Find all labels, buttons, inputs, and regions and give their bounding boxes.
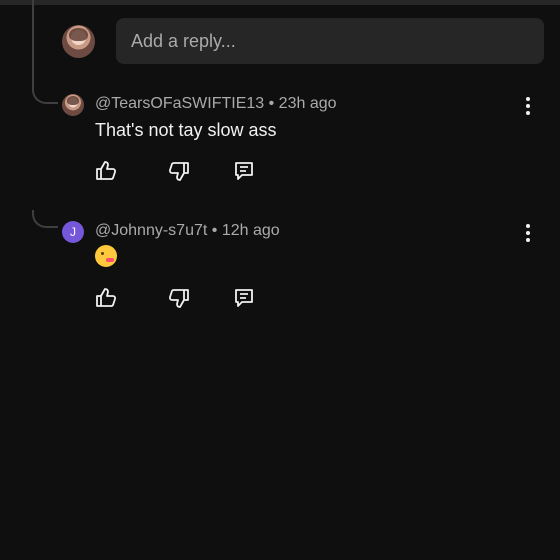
author-handle[interactable]: @TearsOFaSWIFTIE13 — [95, 95, 264, 112]
comment-meta: @Johnny-s7u7t • 12h ago — [95, 220, 280, 242]
author-handle[interactable]: @Johnny-s7u7t — [95, 222, 207, 239]
thumbs-up-icon — [96, 288, 117, 307]
comment-2: J @Johnny-s7u7t • 12h ago 😘 — [0, 221, 560, 341]
thread-line — [32, 0, 34, 88]
dislike-button[interactable] — [167, 159, 191, 183]
dislike-button[interactable] — [167, 286, 191, 310]
comment-1: @TearsOFaSWIFTIE13 • 23h ago That's not … — [0, 94, 560, 214]
more-options-button[interactable] — [518, 221, 538, 245]
thumbs-down-icon — [168, 162, 189, 181]
like-button[interactable] — [94, 159, 118, 183]
more-vert-icon — [526, 224, 530, 242]
timestamp[interactable]: 12h ago — [222, 222, 280, 239]
separator: • — [268, 95, 279, 112]
comment-meta: @TearsOFaSWIFTIE13 • 23h ago — [95, 93, 337, 115]
comment-text: 😘 — [95, 245, 117, 273]
avatar[interactable]: J — [62, 221, 84, 243]
reply-icon — [235, 162, 253, 180]
current-user-avatar[interactable] — [62, 25, 95, 58]
reply-button[interactable] — [232, 159, 256, 183]
reply-button[interactable] — [232, 286, 256, 310]
like-button[interactable] — [94, 286, 118, 310]
add-reply-input[interactable]: Add a reply... — [116, 18, 544, 64]
separator: • — [211, 222, 222, 239]
more-options-button[interactable] — [518, 94, 538, 118]
timestamp[interactable]: 23h ago — [279, 95, 337, 112]
more-vert-icon — [526, 97, 530, 115]
avatar[interactable] — [62, 94, 84, 116]
reply-icon — [235, 289, 253, 307]
thumbs-down-icon — [168, 289, 189, 308]
top-divider — [0, 0, 560, 5]
comment-text: That's not tay slow ass — [95, 120, 277, 140]
thumbs-up-icon — [96, 161, 117, 180]
